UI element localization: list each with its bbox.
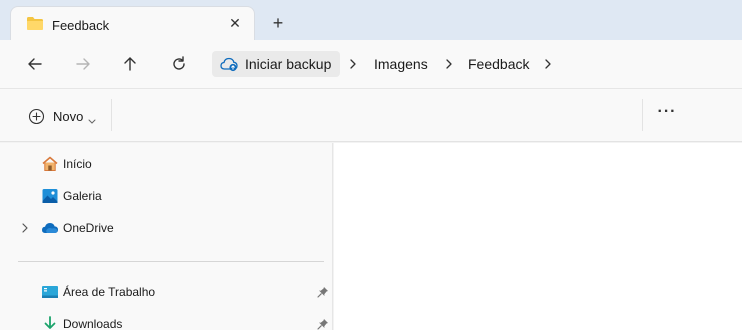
sidebar-item-label: Início	[63, 157, 92, 171]
plus-circle-icon	[28, 108, 45, 128]
new-button[interactable]: Novo	[28, 105, 108, 127]
navigation-pane: Início Galeria OneDrive Área de Trabalho…	[0, 143, 333, 330]
refresh-icon[interactable]	[169, 54, 189, 74]
forward-arrow-icon[interactable]	[73, 54, 93, 74]
folder-icon	[26, 16, 44, 34]
tab-feedback[interactable]: Feedback ✕	[10, 6, 255, 40]
breadcrumb-item-imagens[interactable]: Imagens	[374, 56, 428, 72]
chevron-right-icon[interactable]	[443, 57, 455, 71]
title-tab-bar: Feedback ✕ +	[0, 0, 742, 40]
tab-title: Feedback	[52, 18, 110, 33]
sidebar-item-label: Galeria	[63, 189, 102, 203]
sidebar-divider	[18, 261, 324, 262]
new-button-label: Novo	[53, 109, 84, 124]
toolbar-divider	[642, 99, 643, 131]
breadcrumb[interactable]: Iniciar backup Imagens Feedback	[210, 51, 742, 77]
chevron-right-icon[interactable]	[20, 222, 30, 237]
home-icon	[41, 155, 59, 173]
new-tab-button[interactable]: +	[268, 13, 288, 33]
chevron-down-icon	[88, 114, 96, 128]
sidebar-item-label: OneDrive	[63, 221, 114, 235]
sidebar-item-area-de-trabalho[interactable]: Área de Trabalho	[0, 277, 333, 307]
file-list-pane[interactable]	[334, 143, 742, 330]
desktop-icon	[41, 283, 59, 301]
breadcrumb-root-label: Iniciar backup	[245, 56, 332, 72]
downloads-icon	[41, 315, 59, 330]
navigation-bar: Iniciar backup Imagens Feedback	[0, 40, 742, 88]
more-options-button[interactable]: ···	[656, 104, 678, 125]
pin-icon[interactable]	[317, 286, 329, 301]
sidebar-item-onedrive[interactable]: OneDrive	[0, 213, 333, 243]
onedrive-cloud-icon	[41, 219, 59, 237]
pin-icon[interactable]	[317, 318, 329, 330]
gallery-icon	[41, 187, 59, 205]
close-tab-icon[interactable]: ✕	[226, 14, 244, 32]
sidebar-item-galeria[interactable]: Galeria	[0, 181, 333, 211]
chevron-right-icon[interactable]	[347, 57, 359, 71]
command-bar: Novo ···	[0, 88, 742, 142]
sidebar-item-downloads[interactable]: Downloads	[0, 309, 333, 330]
cloud-backup-icon	[220, 56, 238, 75]
sidebar-item-inicio[interactable]: Início	[0, 149, 333, 179]
breadcrumb-root-backup[interactable]: Iniciar backup	[212, 51, 340, 77]
back-arrow-icon[interactable]	[25, 54, 45, 74]
sidebar-item-label: Downloads	[63, 317, 123, 330]
chevron-right-icon[interactable]	[542, 57, 554, 71]
up-arrow-icon[interactable]	[120, 54, 140, 74]
breadcrumb-item-feedback[interactable]: Feedback	[468, 56, 529, 72]
toolbar-divider	[111, 99, 112, 131]
sidebar-item-label: Área de Trabalho	[63, 285, 156, 299]
